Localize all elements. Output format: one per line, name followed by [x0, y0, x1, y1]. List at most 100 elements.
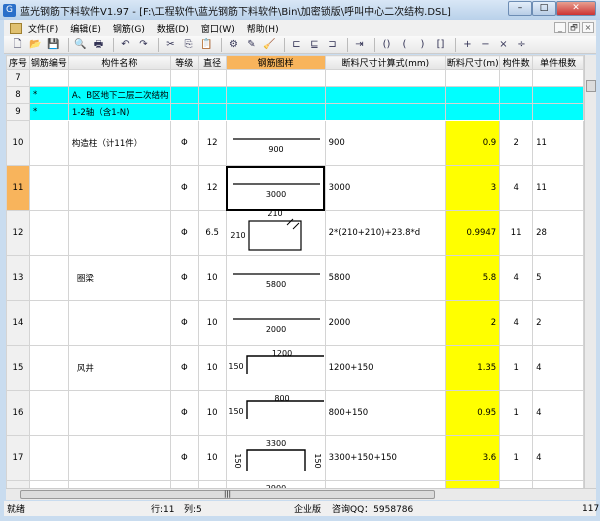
cell-code[interactable]: * [28, 86, 69, 104]
table-row[interactable]: 7 [6, 69, 584, 87]
cell-formula[interactable]: 800+150 [324, 390, 447, 436]
maximize-button[interactable]: □ [532, 1, 556, 16]
minimize-button[interactable]: – [508, 1, 532, 16]
table-row[interactable]: 12 Φ 6.5 210 210 2*(210+210)+23.8*d 0.9947 11 28 [6, 210, 584, 256]
cell-formula[interactable] [324, 103, 447, 121]
vertical-scrollbar[interactable] [584, 55, 596, 488]
cell-code[interactable] [28, 345, 69, 391]
cell-shape[interactable]: 1200 150 [225, 345, 326, 391]
cell-diameter[interactable]: 12 [197, 165, 227, 211]
cell-formula[interactable]: 3300+150+150 [324, 435, 447, 481]
cell-seq[interactable]: 15 [6, 345, 30, 391]
cell-name[interactable] [67, 300, 171, 346]
cell-per-unit[interactable]: 5 [532, 255, 584, 301]
cell-grade[interactable]: Φ [169, 210, 199, 256]
cell-formula[interactable]: 2000 [324, 300, 447, 346]
insert-row-button[interactable]: ⊏ [289, 38, 304, 52]
cell-count[interactable]: 4 [499, 300, 534, 346]
table-row[interactable]: 16 Φ 10 800 150 800+150 0.95 1 4 [6, 390, 584, 436]
cell-cut-length[interactable]: 0.95 [445, 390, 501, 436]
cell-count[interactable] [499, 69, 534, 87]
cell-count[interactable]: 1 [499, 480, 534, 488]
cell-seq[interactable]: 12 [6, 210, 30, 256]
cell-count[interactable]: 1 [499, 345, 534, 391]
mdi-close-button[interactable]: × [582, 22, 594, 33]
cell-per-unit[interactable]: 4 [532, 345, 584, 391]
cell-code[interactable] [28, 300, 69, 346]
cell-code[interactable] [28, 120, 69, 166]
clear-button[interactable]: 🧹 [262, 38, 277, 52]
cell-shape[interactable]: 2900150150 [225, 480, 326, 488]
horizontal-scrollbar[interactable]: ||| [6, 488, 596, 500]
paste-button[interactable]: 📋 [199, 38, 214, 52]
column-header-code[interactable]: 钢筋编号 [28, 55, 69, 70]
cell-code[interactable]: * [28, 103, 69, 121]
column-header-cut-length[interactable]: 断料尺寸(m) [445, 55, 501, 70]
cell-name[interactable]: 构造柱（计11件） [67, 120, 171, 166]
save-button[interactable]: 💾 [46, 38, 61, 52]
mdi-restore-button[interactable]: 🗗 [568, 22, 580, 33]
cell-formula[interactable] [324, 86, 447, 104]
cell-formula[interactable]: 5800 [324, 255, 447, 301]
table-row[interactable]: 13 圈梁 Φ 10 5800 5800 5.8 4 5 [6, 255, 584, 301]
cell-grade[interactable]: Φ [169, 300, 199, 346]
cell-diameter[interactable] [197, 86, 227, 104]
table-row[interactable]: 14 Φ 10 2000 2000 2 4 2 [6, 300, 584, 346]
cut-button[interactable]: ✂ [163, 38, 178, 52]
cell-grade[interactable] [169, 103, 199, 121]
cell-seq[interactable]: 14 [6, 300, 30, 346]
cell-name[interactable] [67, 435, 171, 481]
menu-edit[interactable]: 编辑(E) [70, 22, 101, 35]
cell-grade[interactable]: Φ [169, 165, 199, 211]
cell-code[interactable] [28, 390, 69, 436]
multiply-button[interactable]: × [496, 38, 511, 52]
cell-diameter[interactable]: 6.5 [197, 210, 227, 256]
cell-grade[interactable]: Φ [169, 120, 199, 166]
cell-diameter[interactable]: 10 [197, 300, 227, 346]
cell-name[interactable]: 圈梁 [67, 255, 171, 301]
paren-pair-button[interactable]: () [379, 38, 394, 52]
cell-per-unit[interactable] [532, 103, 584, 121]
column-header-seq[interactable]: 序号 [6, 55, 30, 70]
cell-seq[interactable]: 7 [6, 69, 30, 87]
document-icon[interactable] [10, 22, 22, 34]
table-row[interactable]: 18 Φ10 2900150150 2900+150+1503.214 [6, 480, 584, 488]
cell-shape[interactable]: 3000 [225, 165, 326, 211]
menu-file[interactable]: 文件(F) [28, 22, 58, 35]
cell-per-unit[interactable]: 4 [532, 480, 584, 488]
cell-per-unit[interactable]: 11 [532, 165, 584, 211]
cell-cut-length[interactable] [445, 103, 501, 121]
table-row[interactable]: 8 * A、B区地下二层二次结构 [6, 86, 584, 104]
copy-button[interactable]: ⎘ [181, 38, 196, 52]
cell-per-unit[interactable] [532, 69, 584, 87]
cell-cut-length[interactable]: 5.8 [445, 255, 501, 301]
cell-diameter[interactable]: 10 [197, 390, 227, 436]
cell-shape[interactable]: 210 210 [225, 210, 326, 256]
cell-name[interactable] [67, 69, 171, 87]
cell-seq[interactable]: 17 [6, 435, 30, 481]
import-button[interactable]: ⇥ [352, 38, 367, 52]
cell-per-unit[interactable] [532, 86, 584, 104]
cell-grade[interactable]: Φ [169, 345, 199, 391]
bracket-pair-button[interactable]: [] [433, 38, 448, 52]
edit-button[interactable]: ✎ [244, 38, 259, 52]
table-row[interactable]: 9 * 1-2轴（含1-N) [6, 103, 584, 121]
cell-shape[interactable]: 3300 150 150 [225, 435, 326, 481]
cell-cut-length[interactable]: 1.35 [445, 345, 501, 391]
cell-shape[interactable]: 900 [225, 120, 326, 166]
append-row-button[interactable]: ⊐ [325, 38, 340, 52]
new-button[interactable]: 🗋 [10, 38, 25, 52]
cell-shape[interactable]: 5800 [225, 255, 326, 301]
cell-code[interactable] [28, 165, 69, 211]
cell-code[interactable] [28, 255, 69, 301]
cell-name[interactable]: A、B区地下二层二次结构 [67, 86, 171, 104]
cell-formula[interactable]: 2900+150+150 [324, 480, 447, 488]
minus-button[interactable]: − [478, 38, 493, 52]
cell-count[interactable]: 4 [499, 165, 534, 211]
cell-shape[interactable]: 800 150 [225, 390, 326, 436]
cell-formula[interactable]: 900 [324, 120, 447, 166]
cell-diameter[interactable]: 10 [197, 345, 227, 391]
cell-shape[interactable] [225, 69, 326, 87]
close-button[interactable]: ✕ [556, 1, 596, 16]
cell-shape[interactable] [225, 103, 326, 121]
